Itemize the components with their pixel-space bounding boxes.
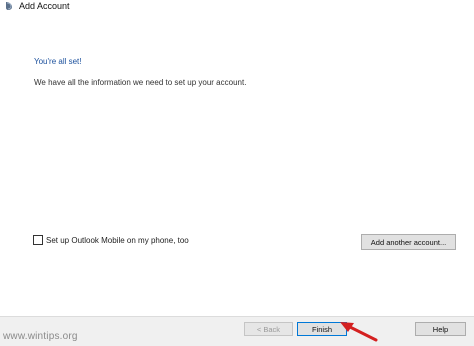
status-info-text: We have all the information we need to s… [34,78,247,87]
status-heading: You're all set! [34,57,82,66]
add-account-window: Add Account You're all set! We have all … [0,0,474,346]
window-title: Add Account [19,1,70,11]
title-bar: Add Account [0,0,474,14]
help-button[interactable]: Help [415,322,466,336]
watermark-text: www.wintips.org [3,331,78,342]
outlook-mobile-option[interactable]: Set up Outlook Mobile on my phone, too [33,235,189,245]
back-button[interactable]: < Back [244,322,293,336]
outlook-mobile-checkbox[interactable] [33,235,43,245]
outlook-account-icon [4,1,14,11]
add-another-account-button[interactable]: Add another account... [361,234,456,250]
red-arrow-pointer-icon [340,322,378,342]
outlook-mobile-checkbox-label[interactable]: Set up Outlook Mobile on my phone, too [46,236,189,245]
